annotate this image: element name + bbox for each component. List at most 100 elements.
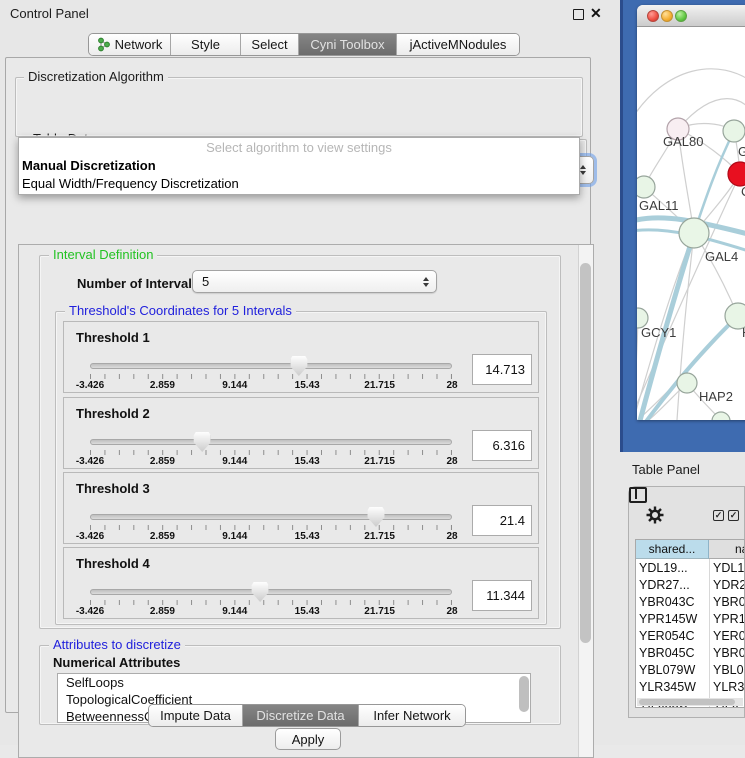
table-panel-container: ✓ ✓ shared... na YDL19...YDL1 YDR27...YD… bbox=[628, 486, 745, 718]
combo-stepper-icon bbox=[423, 277, 429, 287]
node-label-gal11: GAL11 bbox=[639, 198, 679, 213]
table-panel: Table Panel ✓ ✓ shared... na YDL19...YDL… bbox=[620, 452, 745, 745]
node-label-gal80: GAL80 bbox=[663, 134, 703, 149]
table-row[interactable]: YLR345WYLR3 bbox=[636, 678, 745, 695]
column-header-name[interactable]: na bbox=[709, 540, 745, 559]
interval-definition-title: Interval Definition bbox=[49, 248, 157, 261]
threshold-3-slider[interactable]: -3.426 2.859 9.144 15.43 21.715 28 bbox=[90, 511, 452, 541]
columns-icon[interactable] bbox=[629, 487, 647, 503]
dropdown-option-equal-width[interactable]: Equal Width/Frequency Discretization bbox=[22, 176, 239, 191]
threshold-3-value-field[interactable]: 21.4 bbox=[472, 505, 532, 536]
list-scrollbar-thumb[interactable] bbox=[519, 676, 529, 712]
slider-track[interactable] bbox=[90, 439, 452, 445]
checkbox-icon[interactable]: ✓ bbox=[728, 510, 739, 521]
table-row[interactable]: YBR043CYBR0 bbox=[636, 593, 745, 610]
algorithm-groupbox bbox=[15, 77, 583, 137]
tab-cyni-toolbox[interactable]: Cyni Toolbox bbox=[299, 34, 397, 55]
window-titlebar[interactable] bbox=[637, 5, 745, 27]
network-node-selected[interactable] bbox=[728, 162, 745, 186]
slider-ticks bbox=[90, 374, 452, 379]
scrollbar-thumb[interactable] bbox=[580, 263, 591, 643]
number-of-intervals-label: Number of Intervals bbox=[77, 276, 199, 291]
tab-jactivemnodules[interactable]: jActiveMNodules bbox=[397, 34, 519, 55]
threshold-1-slider[interactable]: -3.426 2.859 9.144 15.43 21.715 28 bbox=[90, 360, 452, 390]
node-label-hap2: HAP2 bbox=[699, 389, 733, 404]
threshold-panel-1: Threshold 1 -3.426 2.859 9.144 15.43 21.… bbox=[63, 321, 539, 393]
numerical-attributes-label: Numerical Attributes bbox=[53, 655, 180, 670]
number-of-intervals-combobox[interactable]: 5 bbox=[192, 270, 437, 293]
node-label-partial: GA bbox=[738, 144, 745, 159]
node-attribute-table[interactable]: shared... na YDL19...YDL1 YDR27...YDR2 Y… bbox=[635, 539, 745, 708]
close-icon[interactable]: ✕ bbox=[590, 5, 602, 22]
slider-thumb[interactable] bbox=[194, 432, 211, 452]
network-graph bbox=[637, 28, 745, 420]
tab-discretize-data[interactable]: Discretize Data bbox=[243, 705, 359, 726]
bottom-tab-bar: Impute Data Discretize Data Infer Networ… bbox=[148, 704, 466, 727]
threshold-2-slider[interactable]: -3.426 2.859 9.144 15.43 21.715 28 bbox=[90, 436, 452, 466]
cyni-toolbox-panel: Discretization Algorithm Select algorith… bbox=[5, 57, 591, 713]
panel-title: Control Panel bbox=[10, 6, 89, 21]
list-item[interactable]: SelfLoops bbox=[58, 674, 530, 691]
slider-track[interactable] bbox=[90, 589, 452, 595]
table-panel-title: Table Panel bbox=[632, 462, 700, 477]
number-of-intervals-value: 5 bbox=[202, 274, 209, 289]
slider-track[interactable] bbox=[90, 514, 452, 520]
tab-network[interactable]: Network bbox=[89, 34, 171, 55]
network-node-hap2[interactable] bbox=[677, 373, 697, 393]
threshold-4-slider[interactable]: -3.426 2.859 9.144 15.43 21.715 28 bbox=[90, 586, 452, 616]
close-window-icon[interactable] bbox=[647, 10, 659, 22]
table-row[interactable]: YBR045CYBR0 bbox=[636, 644, 745, 661]
tab-select[interactable]: Select bbox=[241, 34, 299, 55]
algorithm-dropdown-popup: Select algorithm to view settings Manual… bbox=[18, 137, 580, 195]
network-node[interactable] bbox=[723, 120, 745, 142]
network-node-gal11[interactable] bbox=[637, 176, 655, 198]
threshold-2-value-field[interactable]: 6.316 bbox=[472, 430, 532, 461]
slider-ticks bbox=[90, 450, 452, 455]
control-panel: Control Panel ✕ Network Style Select Cyn… bbox=[0, 0, 620, 745]
table-row[interactable]: YPR145WYPR1 bbox=[636, 610, 745, 627]
threshold-2-label: Threshold 2 bbox=[76, 406, 150, 421]
checkbox-icon[interactable]: ✓ bbox=[713, 510, 724, 521]
scrollbar-thumb[interactable] bbox=[639, 699, 735, 705]
slider-thumb[interactable] bbox=[290, 356, 307, 376]
tab-impute-data[interactable]: Impute Data bbox=[149, 705, 243, 726]
apply-button[interactable]: Apply bbox=[275, 728, 341, 750]
settings-scroll-region: Interval Definition Number of Intervals … bbox=[18, 244, 594, 758]
threshold-4-value-field[interactable]: 11.344 bbox=[472, 580, 532, 611]
network-canvas[interactable]: GAL80 GA C GAL11 GAL4 GCY1 H HAP2 bbox=[637, 28, 745, 420]
table-row[interactable]: YER054CYER0 bbox=[636, 627, 745, 644]
network-icon bbox=[97, 37, 111, 52]
dropdown-placeholder-item[interactable]: Select algorithm to view settings bbox=[19, 140, 579, 155]
table-row[interactable]: YDL19...YDL1 bbox=[636, 559, 745, 576]
slider-thumb[interactable] bbox=[252, 582, 269, 602]
slider-ticks bbox=[90, 600, 452, 605]
attributes-group-title: Attributes to discretize bbox=[49, 638, 185, 651]
threshold-1-value-field[interactable]: 14.713 bbox=[472, 354, 532, 385]
threshold-1-label: Threshold 1 bbox=[76, 330, 150, 345]
thresholds-group-title: Threshold's Coordinates for 5 Intervals bbox=[65, 304, 296, 317]
column-header-shared-name[interactable]: shared... bbox=[636, 540, 709, 559]
horizontal-scrollbar[interactable] bbox=[637, 698, 743, 706]
table-row[interactable]: YDR27...YDR2 bbox=[636, 576, 745, 593]
table-header-row: shared... na bbox=[636, 540, 745, 559]
network-node-gal4[interactable] bbox=[679, 218, 709, 248]
threshold-panel-3: Threshold 3 -3.426 2.859 9.144 15.43 21.… bbox=[63, 472, 539, 544]
threshold-3-label: Threshold 3 bbox=[76, 481, 150, 496]
scrollbar-track[interactable] bbox=[578, 245, 593, 757]
float-window-icon[interactable] bbox=[573, 9, 584, 20]
zoom-window-icon[interactable] bbox=[675, 10, 687, 22]
threshold-panel-2: Threshold 2 -3.426 2.859 9.144 15.43 21.… bbox=[63, 397, 539, 469]
network-view-frame: GAL80 GA C GAL11 GAL4 GCY1 H HAP2 bbox=[620, 0, 745, 452]
slider-ticks bbox=[90, 525, 452, 530]
tab-style[interactable]: Style bbox=[171, 34, 241, 55]
dropdown-option-manual[interactable]: Manual Discretization bbox=[22, 158, 156, 173]
slider-track[interactable] bbox=[90, 363, 452, 369]
control-panel-titlebar: Control Panel ✕ bbox=[0, 0, 620, 26]
gear-icon[interactable] bbox=[645, 505, 665, 525]
minimize-window-icon[interactable] bbox=[661, 10, 673, 22]
table-row[interactable]: YBL079WYBL0 bbox=[636, 661, 745, 678]
tab-infer-network[interactable]: Infer Network bbox=[359, 705, 465, 726]
network-window: GAL80 GA C GAL11 GAL4 GCY1 H HAP2 bbox=[637, 5, 745, 420]
algorithm-group-title: Discretization Algorithm bbox=[24, 70, 168, 83]
slider-thumb[interactable] bbox=[367, 507, 384, 527]
